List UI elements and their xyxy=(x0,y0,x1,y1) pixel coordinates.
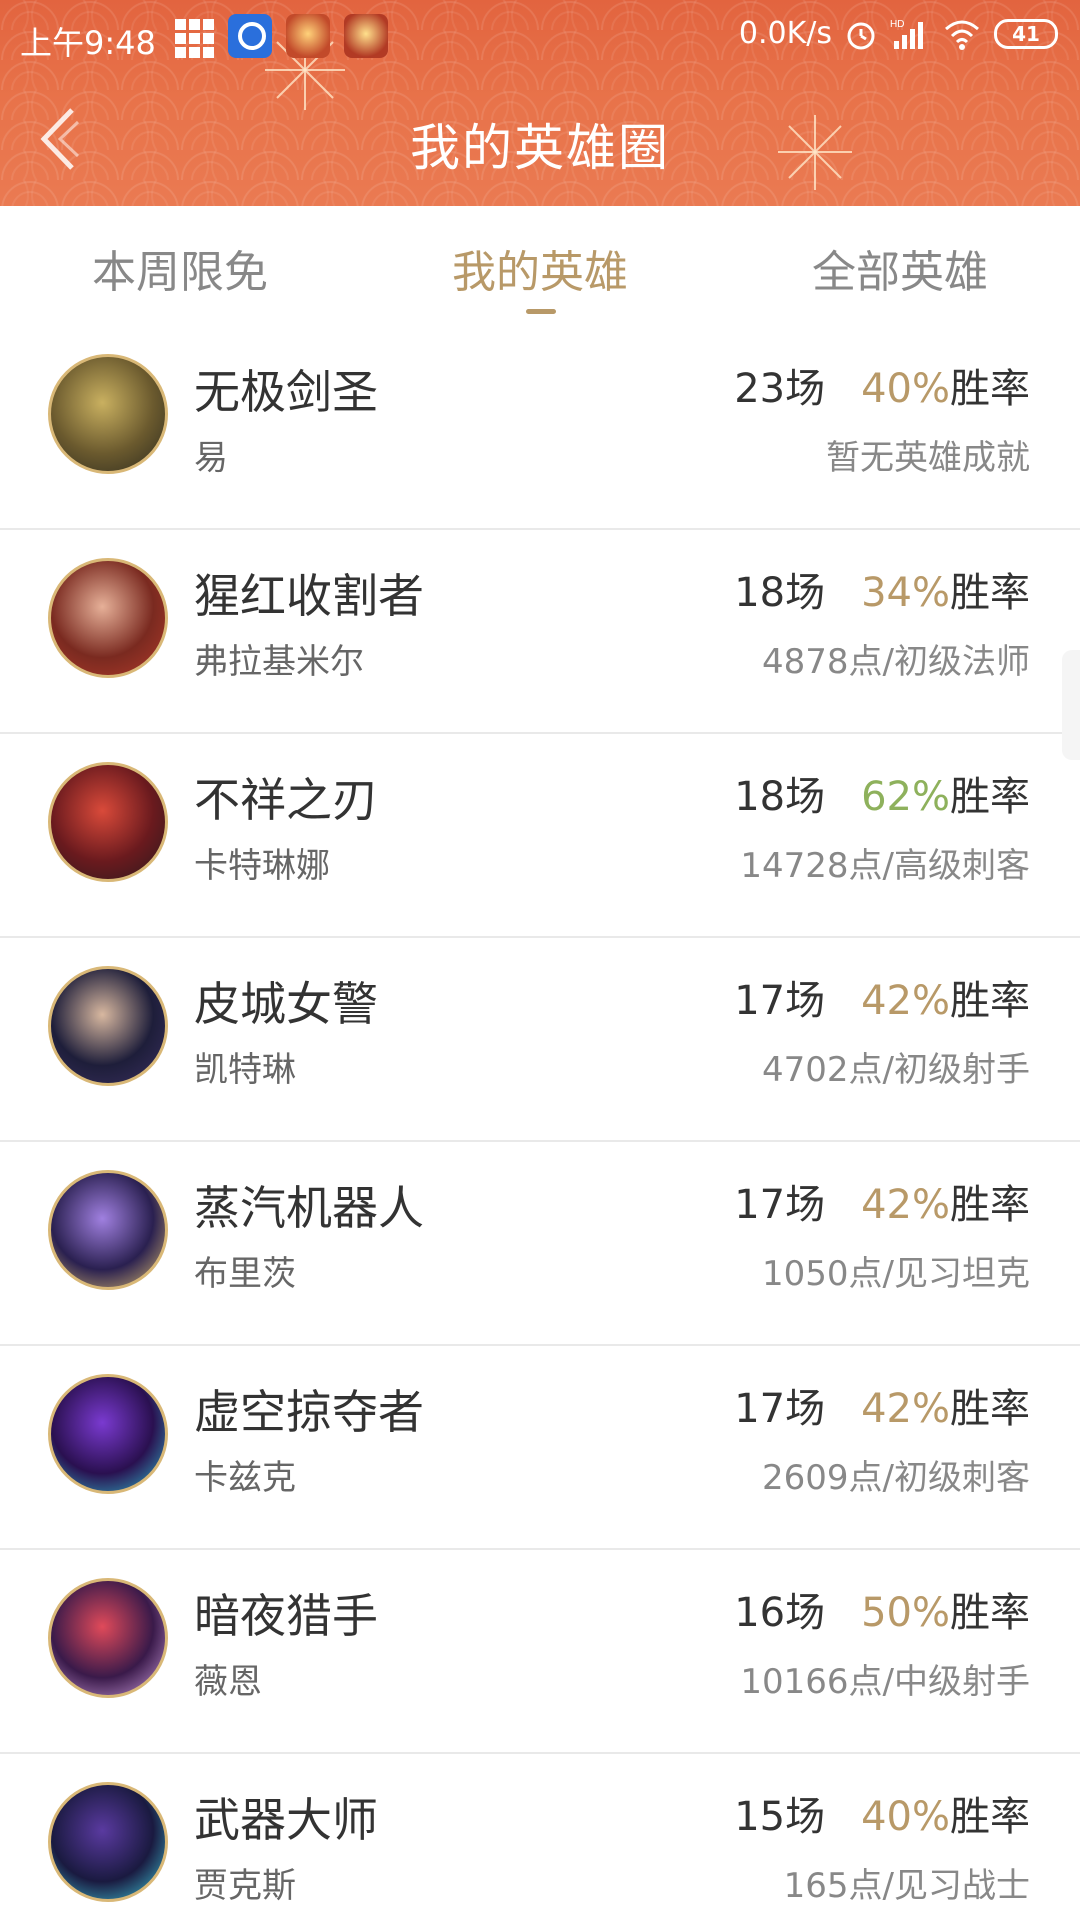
win-rate-label: 胜率 xyxy=(950,1182,1030,1228)
win-rate-label: 胜率 xyxy=(950,366,1030,412)
hero-title: 猩红收割者 xyxy=(194,569,424,623)
status-time: 上午9:48 xyxy=(20,24,156,62)
hero-achievement: 14728点/高级刺客 xyxy=(740,846,1030,886)
hero-name: 薇恩 xyxy=(194,1662,262,1702)
hero-avatar xyxy=(48,1578,168,1698)
hero-achievement: 165点/见习战士 xyxy=(783,1866,1030,1906)
hero-avatar xyxy=(48,762,168,882)
battery-icon: 41 xyxy=(994,18,1058,49)
app-header: 上午9:48 0.0K/s HD 41 我的英雄圈 xyxy=(0,0,1080,206)
battery-level: 41 xyxy=(1012,21,1040,46)
hero-name: 凯特琳 xyxy=(194,1050,296,1090)
win-rate-label: 胜率 xyxy=(950,1794,1030,1840)
hero-list: 无极剑圣 易 23场 40%胜率 暂无英雄成就 猩红收割者 弗拉基米尔 18场 34… xyxy=(0,326,1080,1920)
status-bar: 上午9:48 0.0K/s HD 41 xyxy=(0,0,1080,76)
win-rate-label: 胜率 xyxy=(950,774,1030,820)
hero-name: 卡特琳娜 xyxy=(194,846,330,886)
hero-row[interactable]: 暗夜猎手 薇恩 16场 50%胜率 10166点/中级射手 xyxy=(0,1550,1080,1754)
win-rate-label: 胜率 xyxy=(950,978,1030,1024)
game-app-icon xyxy=(286,14,330,58)
hero-achievement: 10166点/中级射手 xyxy=(740,1662,1030,1702)
win-rate-label: 胜率 xyxy=(950,570,1030,616)
win-rate: 34% xyxy=(861,570,950,616)
wifi-icon xyxy=(945,20,979,50)
win-rate: 62% xyxy=(861,774,950,820)
status-right: 0.0K/s HD 41 xyxy=(739,16,1058,51)
win-rate-label: 胜率 xyxy=(950,1386,1030,1432)
tab-bar: 本周限免 我的英雄 全部英雄 xyxy=(0,206,1080,326)
hero-avatar xyxy=(48,1782,168,1902)
hero-title: 皮城女警 xyxy=(194,977,378,1031)
hero-row[interactable]: 不祥之刃 卡特琳娜 18场 62%胜率 14728点/高级刺客 xyxy=(0,734,1080,938)
hero-title: 虚空掠夺者 xyxy=(194,1385,424,1439)
tab-weekly-free[interactable]: 本周限免 xyxy=(0,236,360,300)
win-rate: 42% xyxy=(861,1386,950,1432)
hero-stats: 23场 40%胜率 xyxy=(734,356,1030,414)
hero-name: 贾克斯 xyxy=(194,1866,296,1906)
page-title: 我的英雄圈 xyxy=(410,119,670,177)
hero-row[interactable]: 虚空掠夺者 卡兹克 17场 42%胜率 2609点/初级刺客 xyxy=(0,1346,1080,1550)
active-tab-indicator xyxy=(526,309,556,314)
hero-stats: 17场 42%胜率 xyxy=(734,1376,1030,1434)
win-rate: 40% xyxy=(861,366,950,412)
hero-name: 弗拉基米尔 xyxy=(194,642,364,682)
win-rate-label: 胜率 xyxy=(950,1590,1030,1636)
hero-stats: 18场 62%胜率 xyxy=(734,764,1030,822)
hero-title: 不祥之刃 xyxy=(194,773,378,827)
hero-achievement: 4702点/初级射手 xyxy=(762,1050,1030,1090)
hero-title: 暗夜猎手 xyxy=(194,1589,378,1643)
browser-app-icon xyxy=(228,14,272,58)
games-played: 23场 xyxy=(734,366,826,412)
hero-row[interactable]: 皮城女警 凯特琳 17场 42%胜率 4702点/初级射手 xyxy=(0,938,1080,1142)
network-speed: 0.0K/s xyxy=(738,16,832,51)
win-rate: 40% xyxy=(861,1794,950,1840)
hero-name: 布里茨 xyxy=(194,1254,296,1294)
hero-avatar xyxy=(48,1170,168,1290)
hero-avatar xyxy=(48,1374,168,1494)
svg-text:HD: HD xyxy=(890,19,904,30)
hero-stats: 17场 42%胜率 xyxy=(734,968,1030,1026)
hero-achievement: 暂无英雄成就 xyxy=(826,438,1030,478)
hero-name: 易 xyxy=(194,438,228,478)
hero-achievement: 2609点/初级刺客 xyxy=(762,1458,1030,1498)
hero-name: 卡兹克 xyxy=(194,1458,296,1498)
hero-title: 蒸汽机器人 xyxy=(194,1181,424,1235)
hero-row[interactable]: 无极剑圣 易 23场 40%胜率 暂无英雄成就 xyxy=(0,326,1080,530)
hero-stats: 16场 50%胜率 xyxy=(734,1580,1030,1638)
hero-achievement: 1050点/见习坦克 xyxy=(762,1254,1030,1294)
hero-avatar xyxy=(48,558,168,678)
hero-avatar xyxy=(48,966,168,1086)
signal-icon: HD xyxy=(890,19,923,49)
hero-stats: 15场 40%胜率 xyxy=(734,1784,1030,1842)
hero-row[interactable]: 蒸汽机器人 布里茨 17场 42%胜率 1050点/见习坦克 xyxy=(0,1142,1080,1346)
scroll-handle[interactable] xyxy=(1062,650,1080,760)
grid-icon xyxy=(170,14,214,58)
hero-achievement: 4878点/初级法师 xyxy=(762,642,1030,682)
tab-my-heroes[interactable]: 我的英雄 xyxy=(360,236,720,300)
games-played: 18场 xyxy=(734,570,826,616)
hero-avatar xyxy=(48,354,168,474)
win-rate: 42% xyxy=(861,1182,950,1228)
games-played: 15场 xyxy=(734,1794,826,1840)
games-played: 18场 xyxy=(734,774,826,820)
status-app-icons xyxy=(170,14,388,58)
games-played: 17场 xyxy=(734,978,826,1024)
game-app-icon xyxy=(344,14,388,58)
games-played: 16场 xyxy=(734,1590,826,1636)
win-rate: 42% xyxy=(861,978,950,1024)
hero-row[interactable]: 猩红收割者 弗拉基米尔 18场 34%胜率 4878点/初级法师 xyxy=(0,530,1080,734)
alarm-icon xyxy=(847,22,875,49)
win-rate: 50% xyxy=(861,1590,950,1636)
games-played: 17场 xyxy=(734,1386,826,1432)
hero-stats: 17场 42%胜率 xyxy=(734,1172,1030,1230)
games-played: 17场 xyxy=(734,1182,826,1228)
hero-title: 武器大师 xyxy=(194,1793,378,1847)
hero-title: 无极剑圣 xyxy=(194,365,378,419)
tab-all-heroes[interactable]: 全部英雄 xyxy=(720,236,1080,300)
hero-row[interactable]: 武器大师 贾克斯 15场 40%胜率 165点/见习战士 xyxy=(0,1754,1080,1920)
hero-stats: 18场 34%胜率 xyxy=(734,560,1030,618)
